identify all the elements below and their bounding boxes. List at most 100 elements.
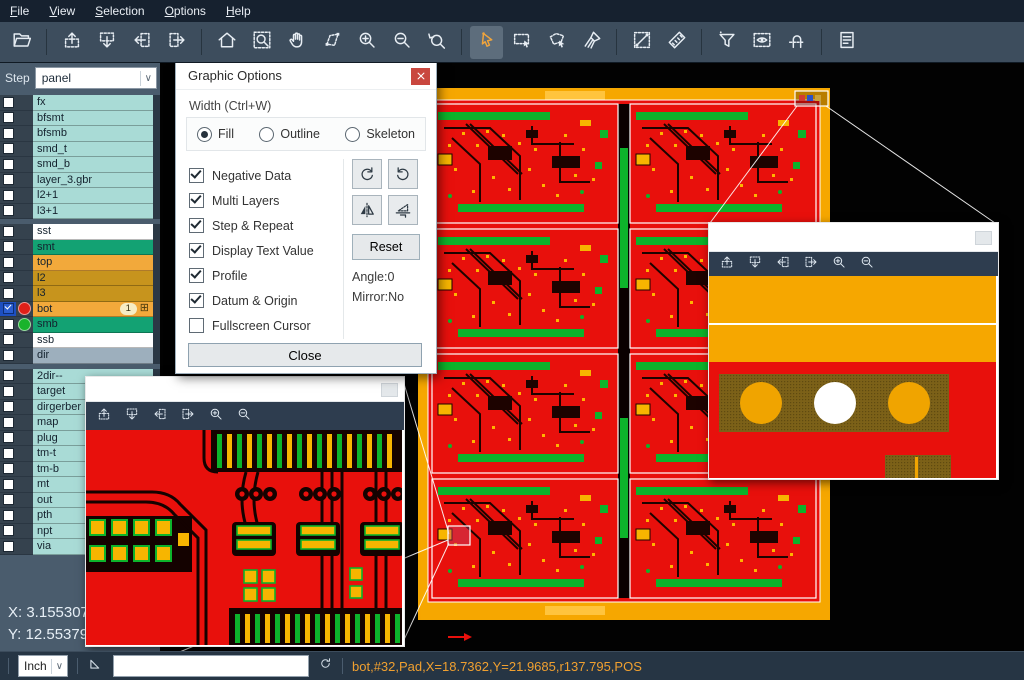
layer-row-smd_t[interactable]: smd_t — [0, 142, 160, 158]
layer-name-bar[interactable]: layer_3.gbr — [33, 173, 153, 189]
layer-row-bfsmb[interactable]: bfsmb — [0, 126, 160, 142]
layer-active-indicator[interactable] — [16, 333, 33, 349]
layer-row-l2+1[interactable]: l2+1 — [0, 188, 160, 204]
select-tool-button[interactable] — [470, 26, 503, 59]
refresh-icon[interactable] — [318, 656, 333, 676]
layer-active-indicator[interactable] — [16, 462, 33, 478]
pan-down-button[interactable] — [124, 406, 140, 427]
command-input[interactable] — [113, 655, 309, 677]
checkbox-step-repeat[interactable]: Step & Repeat — [189, 213, 314, 238]
layer-active-indicator[interactable] — [16, 224, 33, 240]
layer-active-indicator[interactable] — [16, 240, 33, 256]
layer-visibility-checkbox[interactable] — [0, 240, 16, 256]
layer-visibility-checkbox[interactable] — [0, 286, 16, 302]
layer-name-bar[interactable]: bfsmb — [33, 126, 153, 142]
layer-visibility-checkbox[interactable] — [0, 302, 16, 318]
layer-row-layer_3.gbr[interactable]: layer_3.gbr — [0, 173, 160, 189]
layer-active-indicator[interactable] — [16, 369, 33, 385]
layer-visibility-checkbox[interactable] — [0, 431, 16, 447]
zoom-out-button[interactable] — [385, 26, 418, 59]
layer-visibility-checkbox[interactable] — [0, 493, 16, 509]
layer-active-indicator[interactable] — [16, 384, 33, 400]
checkbox-multi-layers[interactable]: Multi Layers — [189, 188, 314, 213]
layer-visibility-checkbox[interactable] — [0, 415, 16, 431]
window-button[interactable] — [381, 383, 398, 397]
layer-name-bar[interactable]: top — [33, 255, 153, 271]
layer-visibility-checkbox[interactable] — [0, 446, 16, 462]
layer-visibility-checkbox[interactable] — [0, 111, 16, 127]
layer-row-sst[interactable]: sst — [0, 224, 160, 240]
zoom-out-button[interactable] — [236, 406, 252, 427]
menu-item-view[interactable]: View — [39, 2, 85, 20]
layer-visibility-checkbox[interactable] — [0, 255, 16, 271]
checkbox-fullscreen-cursor[interactable]: Fullscreen Cursor — [189, 313, 314, 338]
layer-visibility-checkbox[interactable] — [0, 224, 16, 240]
layer-name-bar[interactable]: smt — [33, 240, 153, 256]
layer-active-indicator[interactable] — [16, 157, 33, 173]
layer-row-fx[interactable]: fx — [0, 95, 160, 111]
layer-name-bar[interactable]: ssb — [33, 333, 153, 349]
layer-visibility-checkbox[interactable] — [0, 477, 16, 493]
layer-row-l2[interactable]: l2 — [0, 271, 160, 287]
layer-name-bar[interactable]: smd_b — [33, 157, 153, 173]
checkbox-negative-data[interactable]: Negative Data — [189, 163, 314, 188]
checkbox-display-text-value[interactable]: Display Text Value — [189, 238, 314, 263]
magnifier-titlebar[interactable] — [86, 377, 404, 402]
layer-active-indicator[interactable] — [16, 431, 33, 447]
layer-name-bar[interactable]: smb — [33, 317, 153, 333]
pan-right-button[interactable] — [180, 406, 196, 427]
rotate-ccw-button[interactable] — [388, 159, 418, 189]
menu-item-selection[interactable]: Selection — [85, 2, 154, 20]
layer-row-smd_b[interactable]: smd_b — [0, 157, 160, 173]
layer-visibility-checkbox[interactable] — [0, 369, 16, 385]
layer-active-indicator[interactable] — [16, 95, 33, 111]
layer-name-bar[interactable]: fx — [33, 95, 153, 111]
step-select[interactable]: panel ∨ — [35, 67, 157, 89]
radio-skeleton[interactable]: Skeleton — [345, 127, 415, 142]
magnifier-titlebar[interactable] — [709, 223, 998, 252]
layer-visibility-checkbox[interactable] — [0, 271, 16, 287]
layer-row-l3+1[interactable]: l3+1 — [0, 204, 160, 220]
layer-name-bar[interactable]: sst — [33, 224, 153, 240]
zoom-window-button[interactable] — [245, 26, 278, 59]
flip-h-button[interactable] — [352, 195, 382, 225]
rotate-cw-button[interactable] — [352, 159, 382, 189]
layer-row-smb[interactable]: smb — [0, 317, 160, 333]
layer-name-bar[interactable]: smd_t — [33, 142, 153, 158]
pan-up-button[interactable] — [96, 406, 112, 427]
layer-name-bar[interactable]: bfsmt — [33, 111, 153, 127]
measure-path-button[interactable] — [315, 26, 348, 59]
layer-visibility-checkbox[interactable] — [0, 95, 16, 111]
zoom-in-button[interactable] — [831, 254, 847, 275]
layer-visibility-checkbox[interactable] — [0, 333, 16, 349]
layer-name-bar[interactable]: bot1⊞ — [33, 302, 153, 318]
layer-visibility-checkbox[interactable] — [0, 157, 16, 173]
window-button[interactable] — [975, 231, 992, 245]
layer-visibility-checkbox[interactable] — [0, 524, 16, 540]
layer-name-bar[interactable]: dir — [33, 348, 153, 364]
menu-item-options[interactable]: Options — [155, 2, 216, 20]
pan-right-button[interactable] — [160, 26, 193, 59]
layer-visibility-checkbox[interactable] — [0, 508, 16, 524]
unit-select[interactable]: Inch ∨ — [18, 655, 68, 677]
layer-active-indicator[interactable] — [16, 400, 33, 416]
layer-active-indicator[interactable] — [16, 493, 33, 509]
filter-button[interactable] — [710, 26, 743, 59]
layer-active-indicator[interactable] — [16, 508, 33, 524]
pan-up-button[interactable] — [55, 26, 88, 59]
layer-active-indicator[interactable] — [16, 188, 33, 204]
clean-brush-button[interactable] — [575, 26, 608, 59]
pan-left-button[interactable] — [775, 254, 791, 275]
layer-visibility-checkbox[interactable] — [0, 173, 16, 189]
report-form-button[interactable] — [830, 26, 863, 59]
zoom-in-button[interactable] — [350, 26, 383, 59]
layer-active-indicator[interactable] — [16, 524, 33, 540]
layer-active-indicator[interactable] — [16, 286, 33, 302]
layer-visibility-checkbox[interactable] — [0, 539, 16, 555]
layer-row-ssb[interactable]: ssb — [0, 333, 160, 349]
layer-active-indicator[interactable] — [16, 111, 33, 127]
home-view-button[interactable] — [210, 26, 243, 59]
layer-active-indicator[interactable] — [16, 415, 33, 431]
checkbox-profile[interactable]: Profile — [189, 263, 314, 288]
layer-row-dir[interactable]: dir — [0, 348, 160, 364]
